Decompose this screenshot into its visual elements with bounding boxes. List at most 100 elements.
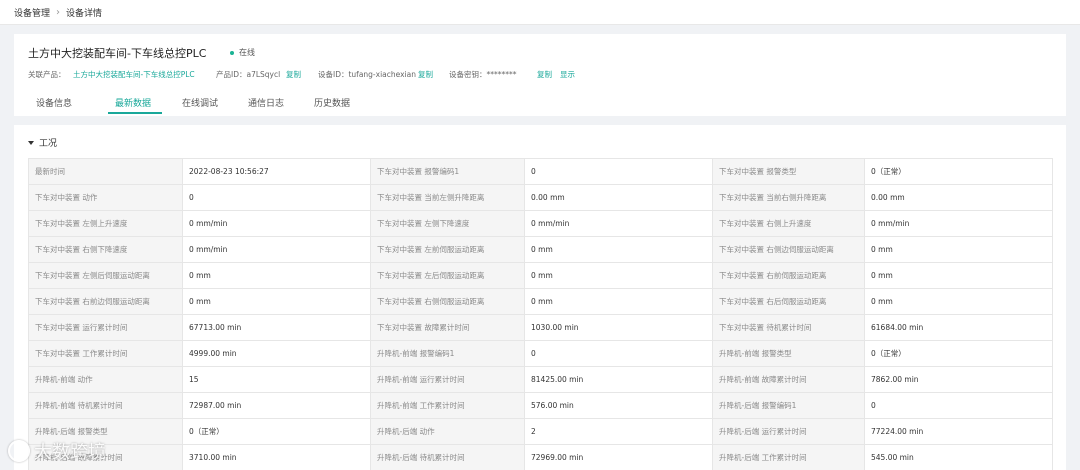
field-label: 最新时间: [28, 158, 183, 185]
device-id: 设备ID：tufang-xiachexian: [318, 70, 416, 79]
field-value: 72969.00 min: [524, 444, 713, 470]
field-value: 0 mm: [864, 262, 1053, 289]
field-label: 下车对中装置 左侧下降速度: [370, 210, 525, 237]
field-label: 升降机-后端 动作: [370, 418, 525, 445]
breadcrumb-current: 设备详情: [66, 8, 103, 19]
field-value: 0 mm/min: [864, 210, 1053, 237]
field-label: 下车对中装置 故障累计时间: [370, 314, 525, 341]
field-label: 下车对中装置 右侧下降速度: [28, 236, 183, 263]
tab-online-debug[interactable]: 在线调试: [182, 96, 218, 109]
field-value: 4999.00 min: [182, 340, 371, 367]
table-row: 升降机-前端 动作 15 升降机-前端 运行累计时间 81425.00 min 升降机-…: [28, 366, 1053, 393]
watermark-text: 大数跨境: [34, 442, 106, 463]
field-value: 7862.00 min: [864, 366, 1053, 393]
product-label: 关联产品：: [28, 70, 66, 79]
copy-product-id-button[interactable]: 复制: [286, 69, 301, 80]
field-value: 0: [182, 184, 371, 211]
field-label: 下车对中装置 右前伺服运动距离: [712, 262, 865, 289]
field-label: 下车对中装置 左侧后伺服运动距离: [28, 262, 183, 289]
breadcrumb-root[interactable]: 设备管理: [14, 6, 50, 19]
field-label: 下车对中装置 待机累计时间: [712, 314, 865, 341]
field-value: 0 mm/min: [524, 210, 713, 237]
device-header-card: 土方中大挖装配车间-下车线总控PLC 在线 关联产品： 土方中大挖装配车间-下车…: [14, 34, 1066, 116]
field-value: 0.00 mm: [524, 184, 713, 211]
copy-device-id-button[interactable]: 复制: [418, 69, 433, 80]
field-value: 0（正常）: [864, 340, 1053, 367]
field-label: 升降机-后端 报警编码1: [712, 392, 865, 419]
field-value: 67713.00 min: [182, 314, 371, 341]
field-label: 升降机-前端 动作: [28, 366, 183, 393]
section-header[interactable]: 工况: [28, 136, 57, 149]
table-row: 下车对中装置 动作 0 下车对中装置 当前左侧升降距离 0.00 mm 下车对中装置 当…: [28, 184, 1053, 211]
copy-secret-button[interactable]: 复制: [537, 69, 552, 80]
field-label: 下车对中装置 动作: [28, 184, 183, 211]
breadcrumb-chevron-icon: ›: [56, 6, 61, 18]
field-label: 下车对中装置 工作累计时间: [28, 340, 183, 367]
table-row: 下车对中装置 左侧后伺服运动距离 0 mm 下车对中装置 左后伺服运动距离 0 mm 下…: [28, 262, 1053, 289]
field-value: 0 mm: [524, 236, 713, 263]
field-value: 3710.00 min: [182, 444, 371, 470]
field-value: 2022-08-23 10:56:27: [182, 158, 371, 185]
field-value: 0 mm: [864, 236, 1053, 263]
field-label: 下车对中装置 右后伺服运动距离: [712, 288, 865, 315]
field-label: 下车对中装置 左前伺服运动距离: [370, 236, 525, 263]
section-title: 工况: [39, 139, 58, 149]
tab-latest-data[interactable]: 最新数据: [115, 96, 151, 109]
data-table: 最新时间 2022-08-23 10:56:27 下车对中装置 报警编码1 0 下车对中…: [28, 158, 1053, 470]
device-secret: 设备密钥：********: [449, 70, 517, 79]
tab-comm-log[interactable]: 通信日志: [248, 96, 284, 109]
field-label: 下车对中装置 右侧上升速度: [712, 210, 865, 237]
field-label: 下车对中装置 左侧上升速度: [28, 210, 183, 237]
online-dot-icon: [230, 50, 234, 55]
breadcrumb: 设备管理 › 设备详情: [0, 0, 1080, 25]
field-value: 2: [524, 418, 713, 445]
field-label: 下车对中装置 右侧边伺服运动距离: [712, 236, 865, 263]
field-value: 0 mm: [182, 288, 371, 315]
field-value: 0（正常）: [864, 158, 1053, 185]
field-label: 升降机-后端 运行累计时间: [712, 418, 865, 445]
field-value: 15: [182, 366, 371, 393]
table-row: 下车对中装置 工作累计时间 4999.00 min 升降机-前端 报警编码1 0 升降机…: [28, 340, 1053, 367]
field-value: 72987.00 min: [182, 392, 371, 419]
active-tab-indicator: [108, 112, 162, 114]
tab-history-data[interactable]: 历史数据: [314, 96, 350, 109]
table-row: 升降机-后端 报警类型 0（正常） 升降机-后端 动作 2 升降机-后端 运行累计时间 7…: [28, 418, 1053, 445]
field-label: 下车对中装置 报警编码1: [370, 158, 525, 185]
field-label: 下车对中装置 报警类型: [712, 158, 865, 185]
field-value: 0（正常）: [182, 418, 371, 445]
table-row: 最新时间 2022-08-23 10:56:27 下车对中装置 报警编码1 0 下车对中…: [28, 158, 1053, 185]
field-label: 下车对中装置 右侧伺服运动距离: [370, 288, 525, 315]
field-label: 下车对中装置 右前边伺服运动距离: [28, 288, 183, 315]
table-row: 升降机-前端 待机累计时间 72987.00 min 升降机-前端 工作累计时间 57…: [28, 392, 1053, 419]
field-label: 下车对中装置 左后伺服运动距离: [370, 262, 525, 289]
field-value: 81425.00 min: [524, 366, 713, 393]
field-value: 0: [864, 392, 1053, 419]
status-text: 在线: [239, 48, 255, 57]
table-row: 升降机-后端 故障累计时间 3710.00 min 升降机-后端 待机累计时间 729…: [28, 444, 1053, 470]
tab-device-info[interactable]: 设备信息: [36, 96, 72, 109]
field-label: 升降机-前端 待机累计时间: [28, 392, 183, 419]
field-value: 0 mm/min: [182, 210, 371, 237]
device-name: 土方中大挖装配车间-下车线总控PLC: [28, 47, 207, 60]
field-label: 升降机-前端 故障累计时间: [712, 366, 865, 393]
product-link[interactable]: 土方中大挖装配车间-下车线总控PLC: [73, 69, 195, 80]
field-value: 0 mm: [864, 288, 1053, 315]
field-value: 576.00 min: [524, 392, 713, 419]
show-secret-button[interactable]: 显示: [560, 69, 575, 80]
field-value: 1030.00 min: [524, 314, 713, 341]
status-badge: 在线: [230, 47, 255, 58]
field-label: 升降机-后端 工作累计时间: [712, 444, 865, 470]
field-label: 升降机-前端 报警类型: [712, 340, 865, 367]
table-row: 下车对中装置 右侧下降速度 0 mm/min 下车对中装置 左前伺服运动距离 0 mm…: [28, 236, 1053, 263]
field-value: 0.00 mm: [864, 184, 1053, 211]
watermark-logo-icon: [8, 440, 30, 462]
field-value: 0: [524, 158, 713, 185]
field-label: 下车对中装置 当前右侧升降距离: [712, 184, 865, 211]
table-row: 下车对中装置 运行累计时间 67713.00 min 下车对中装置 故障累计时间 10…: [28, 314, 1053, 341]
field-label: 下车对中装置 运行累计时间: [28, 314, 183, 341]
field-value: 545.00 min: [864, 444, 1053, 470]
field-label: 升降机-后端 待机累计时间: [370, 444, 525, 470]
field-value: 61684.00 min: [864, 314, 1053, 341]
field-label: 升降机-前端 报警编码1: [370, 340, 525, 367]
field-value: 0 mm: [524, 288, 713, 315]
